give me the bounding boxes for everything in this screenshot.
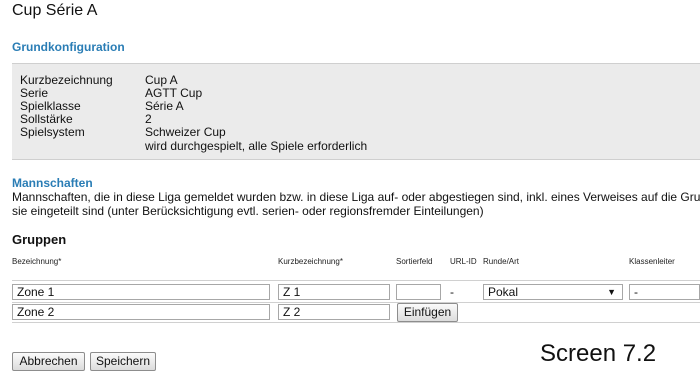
sortierfeld-input[interactable] xyxy=(396,284,441,300)
table-divider xyxy=(12,302,700,303)
col-header-klassenleiter: Klassenleiter xyxy=(629,257,675,266)
config-label: Spielklasse xyxy=(20,99,81,113)
config-label: Serie xyxy=(20,86,49,100)
config-value: Série A xyxy=(145,99,184,113)
col-header-url-id: URL-ID xyxy=(450,257,477,266)
table-divider xyxy=(12,280,700,281)
klassenleiter-select[interactable]: - xyxy=(629,284,700,300)
url-id-value: - xyxy=(450,285,454,299)
cancel-button[interactable]: Abbrechen xyxy=(12,352,85,371)
chevron-down-icon: ▼ xyxy=(607,287,616,297)
table-divider xyxy=(12,322,700,323)
mannschaften-heading: Mannschaften xyxy=(12,176,93,190)
config-label: Spielsystem xyxy=(20,125,85,139)
config-value: wird durchgespielt, alle Spiele erforder… xyxy=(145,139,368,153)
save-button[interactable]: Speichern xyxy=(90,352,156,371)
col-header-bezeichnung: Bezeichnung* xyxy=(12,257,62,266)
config-value: Cup A xyxy=(145,73,178,87)
runde-art-select[interactable]: Pokal ▼ xyxy=(483,284,623,300)
config-label: Kurzbezeichnung xyxy=(20,73,113,87)
col-header-sortierfeld: Sortierfeld xyxy=(396,257,433,266)
col-header-kurzbezeichnung: Kurzbezeichnung* xyxy=(278,257,343,266)
kurzbezeichnung-input[interactable]: Z 2 xyxy=(278,304,390,320)
config-panel: Kurzbezeichnung Cup A Serie AGTT Cup Spi… xyxy=(12,63,700,160)
mannschaften-text-line: Mannschaften, die in diese Liga gemeldet… xyxy=(12,190,700,204)
screen-label: Screen 7.2 xyxy=(540,340,657,367)
col-header-runde-art: Runde/Art xyxy=(483,257,520,266)
grundkonfiguration-heading: Grundkonfiguration xyxy=(12,40,125,54)
einfuegen-button[interactable]: Einfügen xyxy=(397,303,458,322)
gruppen-heading: Gruppen xyxy=(12,232,67,247)
mannschaften-text-line: sie eingeteilt sind (unter Berücksichtig… xyxy=(12,204,484,218)
bezeichnung-input[interactable]: Zone 2 xyxy=(12,304,270,320)
config-label: Sollstärke xyxy=(20,112,73,126)
config-value: Schweizer Cup xyxy=(145,125,226,139)
page-title: Cup Série A xyxy=(12,2,98,19)
config-value: AGTT Cup xyxy=(145,86,203,100)
bezeichnung-input[interactable]: Zone 1 xyxy=(12,284,270,300)
mannschaften-description: Mannschaften, die in diese Liga gemeldet… xyxy=(12,190,700,218)
kurzbezeichnung-input[interactable]: Z 1 xyxy=(278,284,390,300)
runde-art-selected-value: Pokal xyxy=(488,285,519,299)
config-value: 2 xyxy=(145,112,152,126)
